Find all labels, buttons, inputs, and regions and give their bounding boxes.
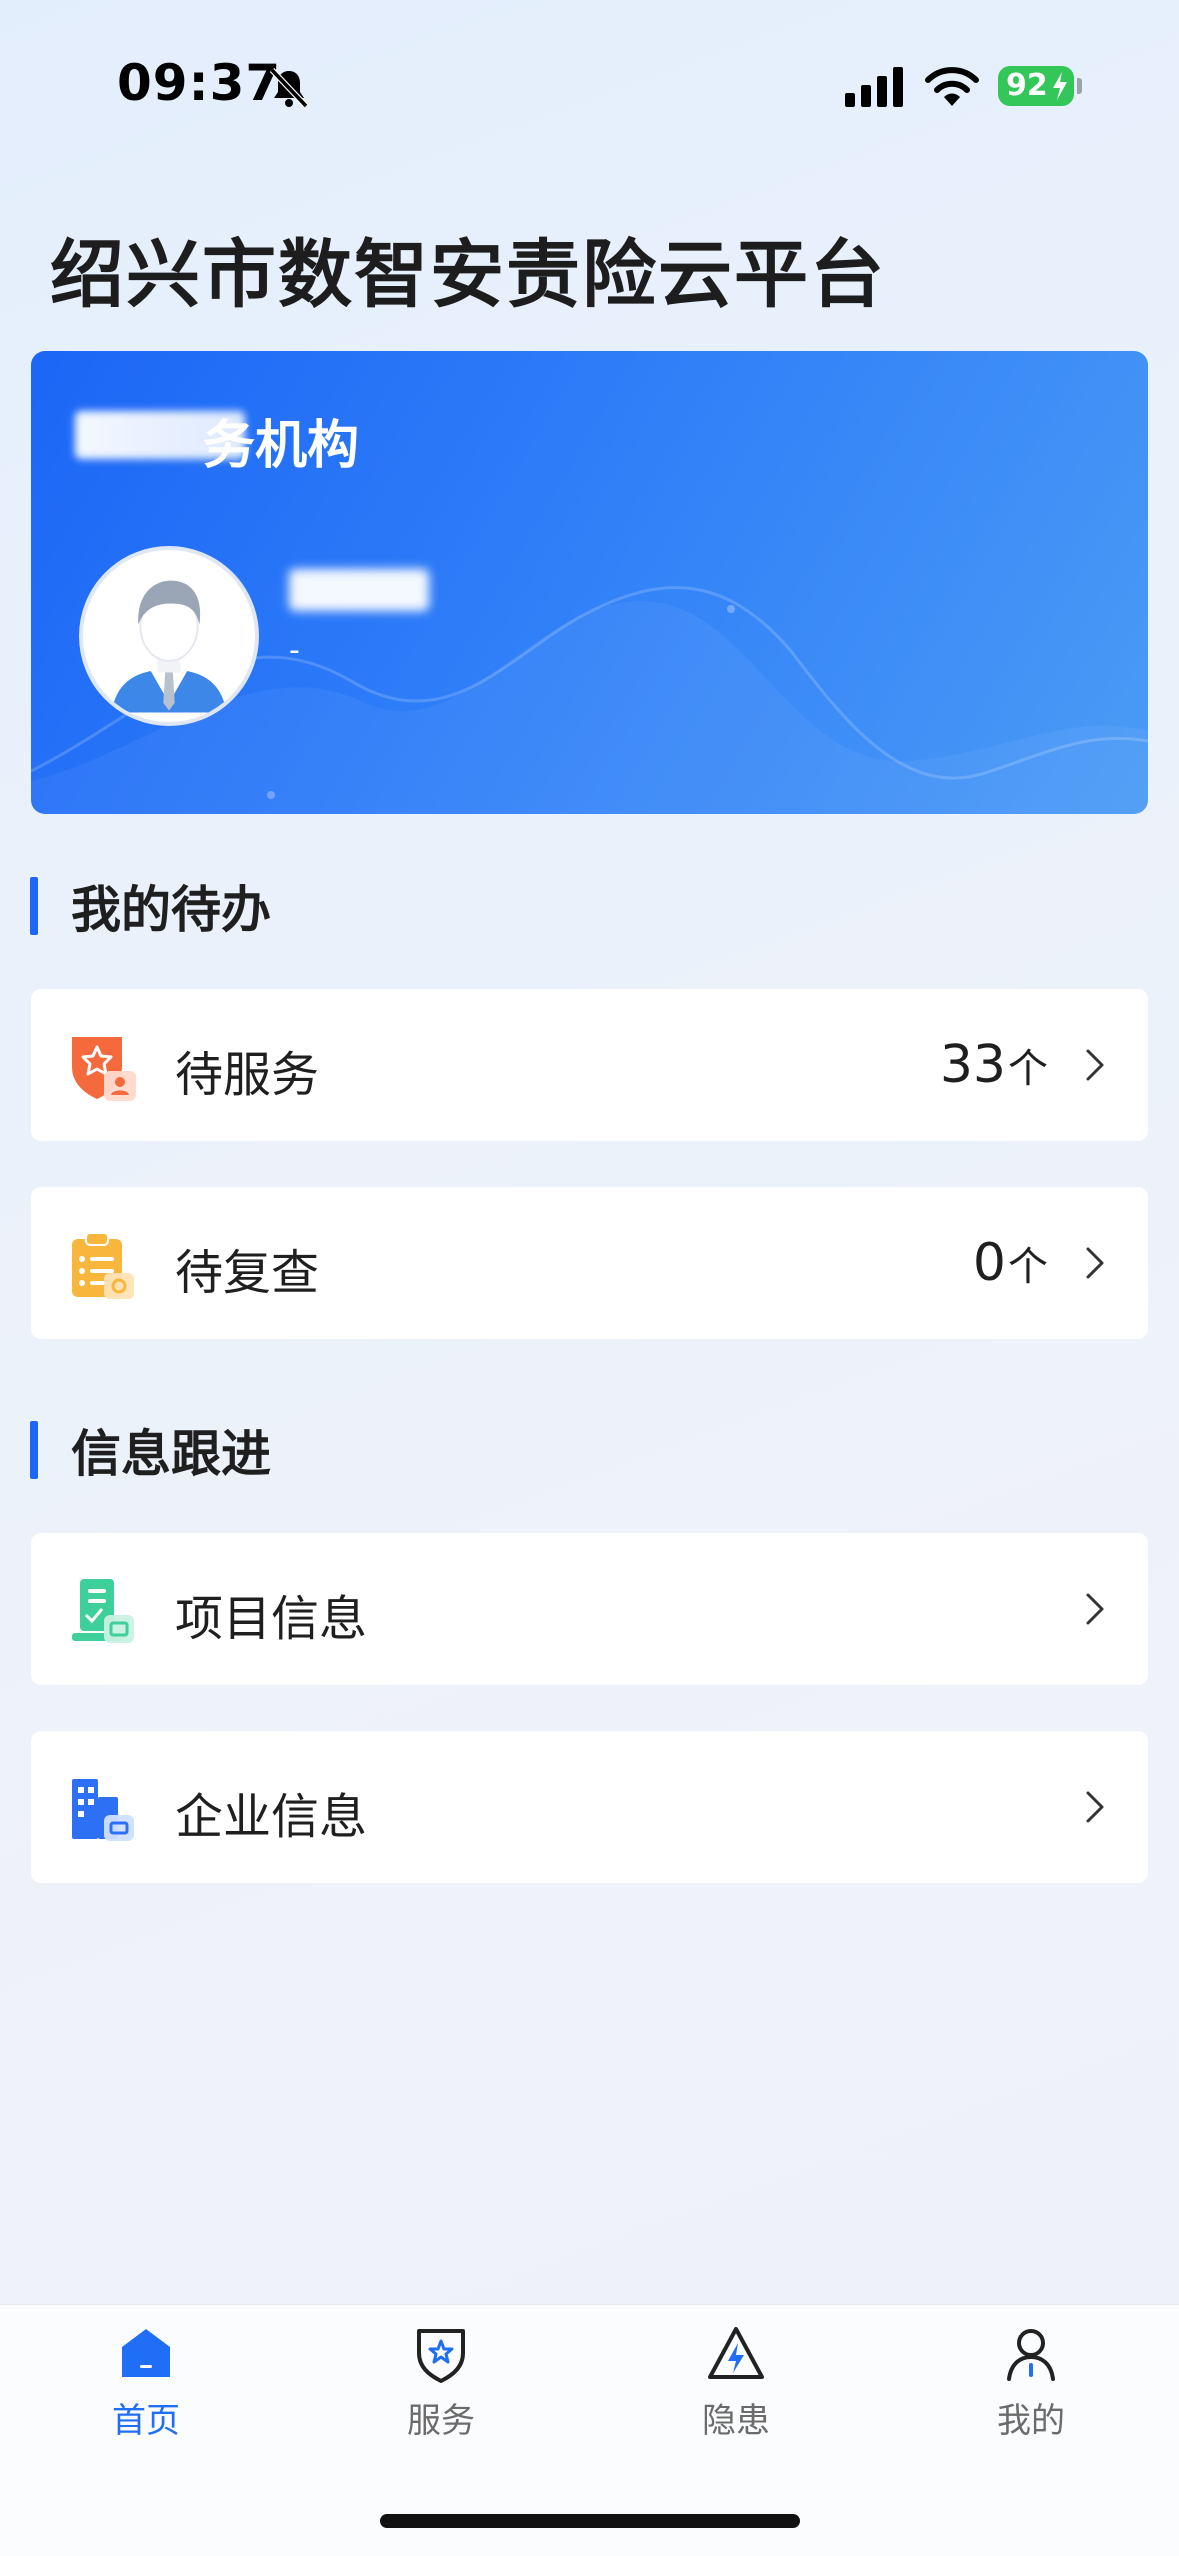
tab-label: 服务 bbox=[407, 2401, 475, 2441]
battery-level: 92 bbox=[1006, 68, 1048, 103]
section-accent-bar bbox=[30, 1421, 38, 1479]
avatar[interactable] bbox=[79, 546, 259, 726]
info-item-project[interactable]: 项目信息 bbox=[31, 1533, 1148, 1685]
tab-label: 我的 bbox=[997, 2401, 1065, 2441]
todo-item-count: 0 个 bbox=[973, 1233, 1048, 1293]
home-indicator[interactable] bbox=[380, 2514, 800, 2528]
user-subtitle: - bbox=[289, 633, 300, 668]
tab-label: 首页 bbox=[112, 2401, 180, 2441]
info-item-enterprise[interactable]: 企业信息 bbox=[31, 1731, 1148, 1883]
profile-card[interactable]: 务机构 - bbox=[31, 351, 1148, 814]
info-item-label: 企业信息 bbox=[175, 1789, 368, 1845]
todo-item-count: 33 个 bbox=[940, 1035, 1048, 1095]
status-bar: 09:37 92 bbox=[0, 0, 1179, 170]
org-label: 务机构 bbox=[203, 416, 360, 476]
home-icon bbox=[122, 2329, 170, 2377]
todo-item-label: 待复查 bbox=[175, 1245, 320, 1301]
hazard-triangle-icon bbox=[708, 2327, 764, 2379]
info-item-label: 项目信息 bbox=[175, 1591, 368, 1647]
page-title: 绍兴市数智安责险云平台 bbox=[50, 232, 886, 318]
todo-item-label: 待服务 bbox=[175, 1047, 320, 1103]
tab-label: 隐患 bbox=[702, 2401, 770, 2441]
tab-home[interactable]: 首页 bbox=[46, 2323, 246, 2463]
avatar-person-icon bbox=[84, 551, 254, 721]
status-time: 09:37 bbox=[117, 54, 282, 112]
building-icon bbox=[72, 1779, 134, 1841]
user-icon bbox=[1007, 2329, 1055, 2381]
chevron-right-icon bbox=[1086, 1593, 1104, 1625]
tab-service[interactable]: 服务 bbox=[341, 2323, 541, 2463]
todo-item-pending-service[interactable]: 待服务 33 个 bbox=[31, 989, 1148, 1141]
tab-hazard[interactable]: 隐患 bbox=[636, 2323, 836, 2463]
count-unit: 个 bbox=[1008, 1244, 1048, 1290]
wifi-icon bbox=[925, 67, 979, 106]
section-todo-header: 我的待办 bbox=[30, 876, 271, 939]
chevron-right-icon bbox=[1086, 1791, 1104, 1823]
battery-indicator: 92 bbox=[998, 66, 1074, 106]
project-doc-icon bbox=[72, 1579, 134, 1643]
cellular-signal-icon bbox=[845, 67, 903, 107]
todo-item-pending-recheck[interactable]: 待复查 0 个 bbox=[31, 1187, 1148, 1339]
charging-bolt-icon bbox=[1053, 72, 1067, 100]
count-unit: 个 bbox=[1008, 1046, 1048, 1092]
section-info-title: 信息跟进 bbox=[71, 1425, 271, 1483]
battery-cap bbox=[1077, 78, 1082, 94]
count-value: 33 bbox=[939, 1035, 1006, 1095]
user-name-redacted bbox=[289, 569, 429, 611]
tab-mine[interactable]: 我的 bbox=[931, 2323, 1131, 2463]
count-value: 0 bbox=[972, 1233, 1006, 1293]
bell-muted-icon bbox=[269, 67, 309, 109]
chevron-right-icon bbox=[1086, 1247, 1104, 1279]
chevron-right-icon bbox=[1086, 1049, 1104, 1081]
section-todo-title: 我的待办 bbox=[71, 881, 271, 939]
clipboard-check-icon bbox=[72, 1232, 134, 1299]
shield-icon bbox=[417, 2329, 465, 2383]
shield-star-user-icon bbox=[72, 1037, 136, 1101]
section-info-header: 信息跟进 bbox=[30, 1420, 271, 1483]
section-accent-bar bbox=[30, 877, 38, 935]
